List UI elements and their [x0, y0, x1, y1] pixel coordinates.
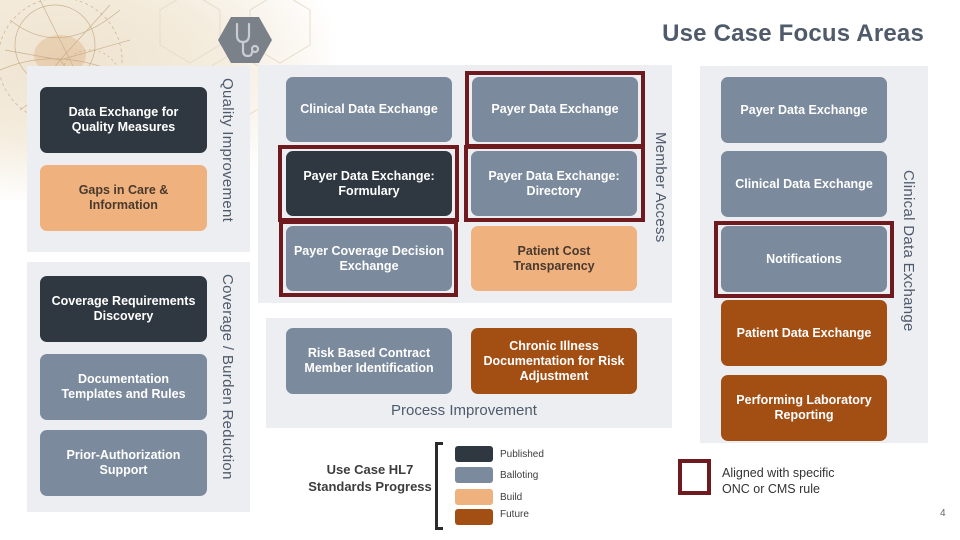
use-case-performing-laboratory-reporting[interactable]: Performing Laboratory Reporting: [721, 375, 887, 441]
coverage-burden-label: Coverage / Burden Reduction: [219, 274, 236, 480]
legend-swatch-future: [455, 509, 493, 525]
use-case-label: Performing Laboratory Reporting: [736, 393, 872, 422]
use-case-prior-authorization-support[interactable]: Prior-Authorization Support: [40, 430, 207, 496]
legend-bracket: [435, 442, 443, 530]
use-case-label: Prior-Authorization Support: [66, 448, 181, 477]
legend-label-published: Published: [500, 449, 544, 460]
use-case-label: Chronic Illness Documentation for Risk A…: [483, 338, 625, 383]
use-case-coverage-requirements-discovery[interactable]: Coverage Requirements Discovery: [40, 276, 207, 342]
use-case-label: Clinical Data Exchange: [735, 176, 873, 191]
use-case-clinical-data-exchange-cde[interactable]: Clinical Data Exchange: [721, 151, 887, 217]
legend-swatch-build: [455, 489, 493, 505]
quality-improvement-label: Quality Improvement: [219, 78, 236, 223]
rule-highlight-payer-data-exchange: [465, 71, 645, 148]
use-case-label: Payer Data Exchange: [740, 102, 868, 117]
rule-highlight-notifications: [714, 221, 894, 298]
legend-swatch-balloting: [455, 467, 493, 483]
use-case-label: Risk Based Contract Member Identificatio…: [304, 346, 434, 375]
legend-label-balloting: Balloting: [500, 470, 539, 481]
use-case-chronic-illness-documentation[interactable]: Chronic Illness Documentation for Risk A…: [471, 328, 637, 394]
rule-highlight-directory: [464, 145, 645, 222]
stethoscope-icon: [218, 15, 272, 65]
use-case-documentation-templates-rules[interactable]: Documentation Templates and Rules: [40, 354, 207, 420]
rule-highlight-legend-label: Aligned with specific ONC or CMS rule: [722, 466, 835, 496]
use-case-payer-data-exchange-cde[interactable]: Payer Data Exchange: [721, 77, 887, 143]
use-case-data-exchange-quality-measures[interactable]: Data Exchange for Quality Measures: [40, 87, 207, 153]
use-case-gaps-in-care[interactable]: Gaps in Care & Information: [40, 165, 207, 231]
page-title: Use Case Focus Areas: [662, 20, 924, 47]
use-case-label: Patient Cost Transparency: [513, 243, 595, 273]
legend-swatch-published: [455, 446, 493, 462]
legend-title: Use Case HL7 Standards Progress: [308, 462, 432, 494]
process-improvement-label: Process Improvement: [391, 402, 537, 419]
clinical-data-exchange-label: Clinical Data Exchange: [900, 170, 917, 332]
rule-highlight-coverage-decision: [279, 220, 458, 297]
use-case-label: Data Exchange for Quality Measures: [68, 105, 179, 134]
use-case-label: Clinical Data Exchange: [300, 102, 438, 116]
use-case-patient-cost-transparency[interactable]: Patient Cost Transparency: [471, 226, 637, 291]
use-case-label: Coverage Requirements Discovery: [51, 294, 196, 323]
use-case-risk-based-contract[interactable]: Risk Based Contract Member Identificatio…: [286, 328, 452, 394]
member-access-label: Member Access: [652, 132, 669, 243]
rule-highlight-legend-swatch: [678, 459, 711, 495]
page-number: 4: [940, 508, 946, 519]
use-case-label: Documentation Templates and Rules: [61, 372, 186, 401]
use-case-label: Patient Data Exchange: [736, 325, 872, 340]
use-case-clinical-data-exchange[interactable]: Clinical Data Exchange: [286, 77, 452, 142]
rule-highlight-formulary: [278, 145, 459, 222]
legend-label-build: Build: [500, 492, 523, 503]
use-case-patient-data-exchange[interactable]: Patient Data Exchange: [721, 300, 887, 366]
use-case-label: Gaps in Care & Information: [78, 183, 169, 212]
legend-label-future: Future: [500, 509, 529, 520]
